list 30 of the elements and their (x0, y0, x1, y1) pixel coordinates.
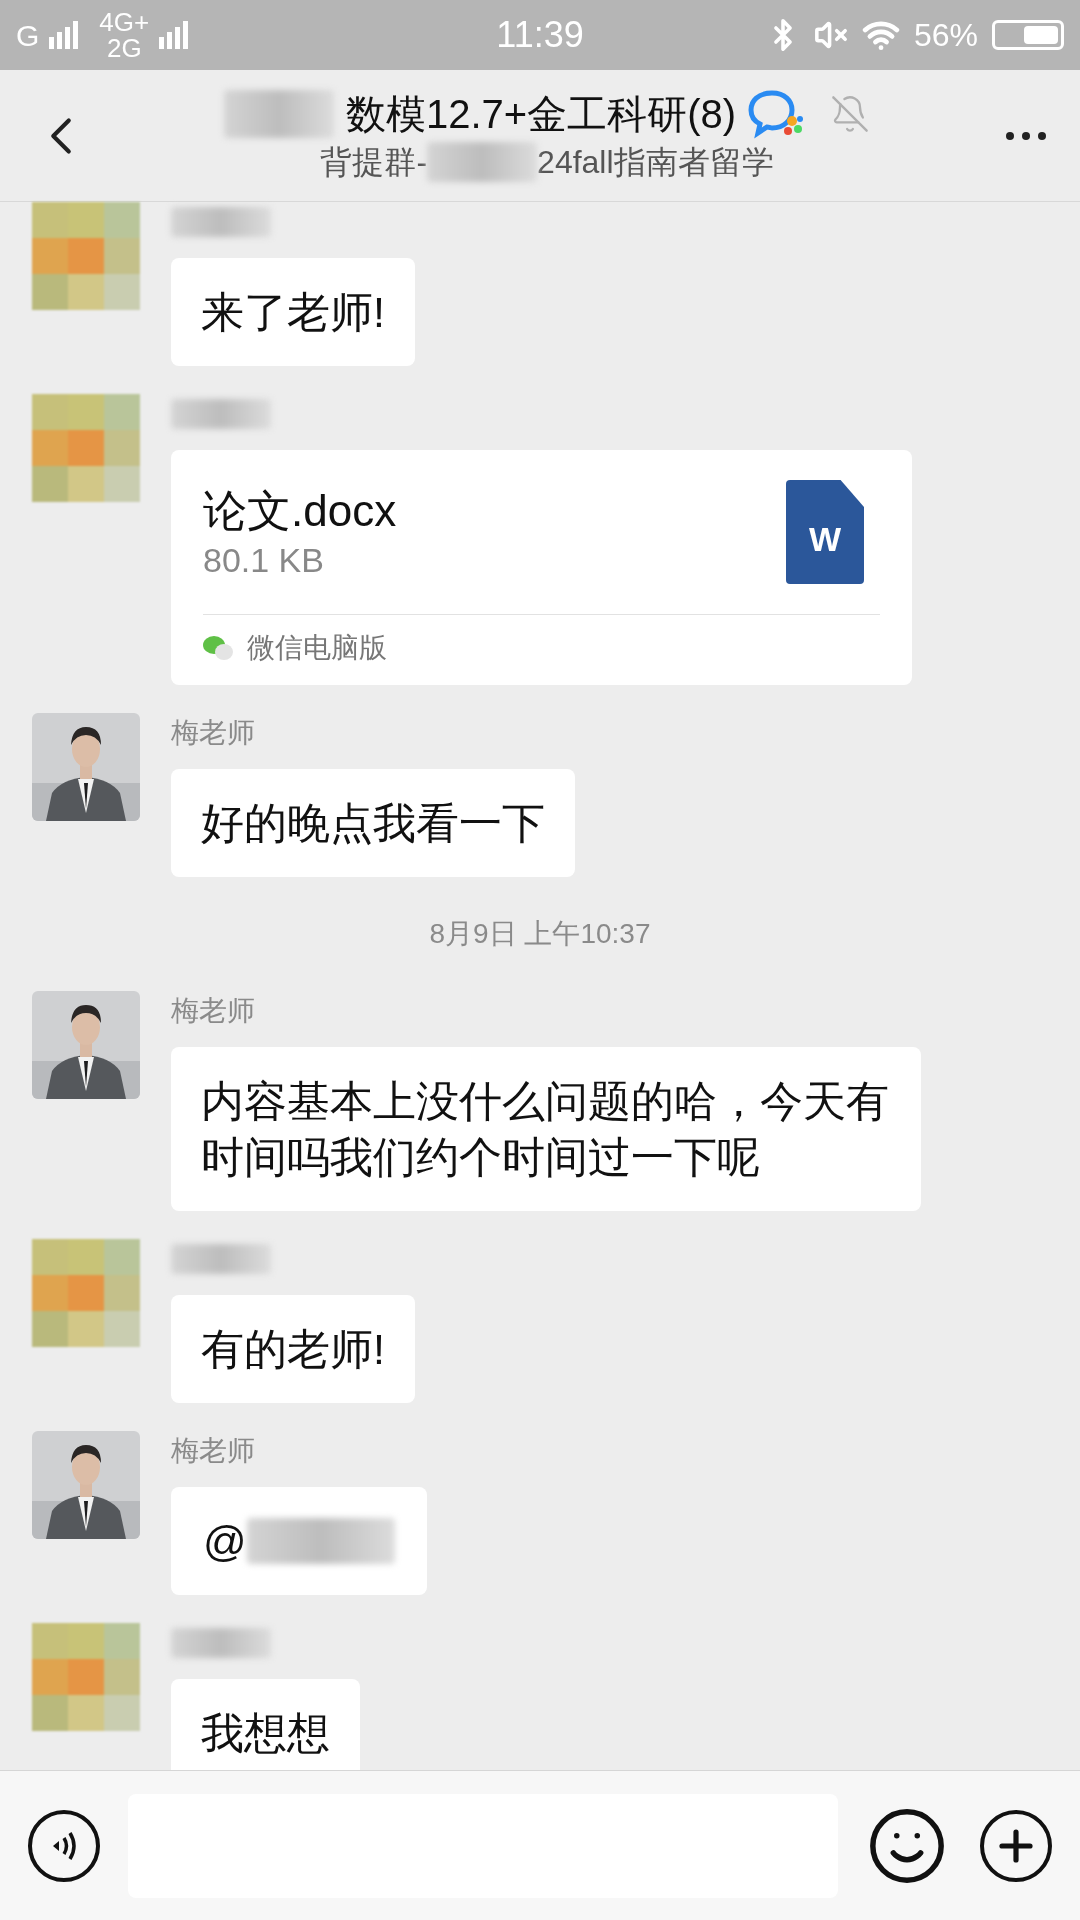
message-text: 好的晚点我看一下 (201, 799, 545, 847)
file-name: 论文.docx (203, 485, 397, 537)
sender-name: 梅老师 (171, 1434, 256, 1468)
network-label: G (16, 17, 40, 54)
chat-title: 数模12.7+金工科研(8) (345, 90, 737, 138)
message-text: @ (203, 1516, 247, 1567)
chat-bubbles-icon (203, 635, 233, 661)
clock: 11:39 (496, 13, 584, 57)
message-text: 来了老师! (201, 288, 385, 336)
document-icon: W (786, 480, 864, 584)
signal-icon (159, 21, 190, 49)
plus-button[interactable] (980, 1809, 1052, 1882)
network-label: 4G+ (99, 9, 150, 35)
file-card[interactable]: 论文.docx 80.1 KB W 微信电脑版 (171, 450, 912, 685)
chat-subtitle: 24fall指南者留学 (537, 142, 774, 182)
voice-button[interactable] (28, 1809, 100, 1882)
network-label: 2G (106, 35, 142, 61)
file-size: 80.1 KB (203, 540, 325, 581)
signal-icon (49, 21, 80, 49)
battery-percentage: 56% (913, 16, 978, 55)
sender-name: 梅老师 (171, 994, 256, 1028)
message-text: 我想想 (201, 1709, 330, 1757)
sender-name: 梅老师 (171, 716, 256, 750)
battery-icon (992, 20, 1064, 50)
timestamp: 8月9日 上午10:37 (429, 917, 651, 951)
source-label: 微信电脑版 (247, 631, 387, 665)
message-text: 有的老师! (201, 1325, 385, 1373)
chat-app-icon (748, 88, 805, 139)
chat-subtitle: 背提群- (320, 142, 428, 182)
message-text: 内容基本上没什么问题的哈，今天有时间吗我们约个时间过一下呢 (201, 1077, 889, 1181)
